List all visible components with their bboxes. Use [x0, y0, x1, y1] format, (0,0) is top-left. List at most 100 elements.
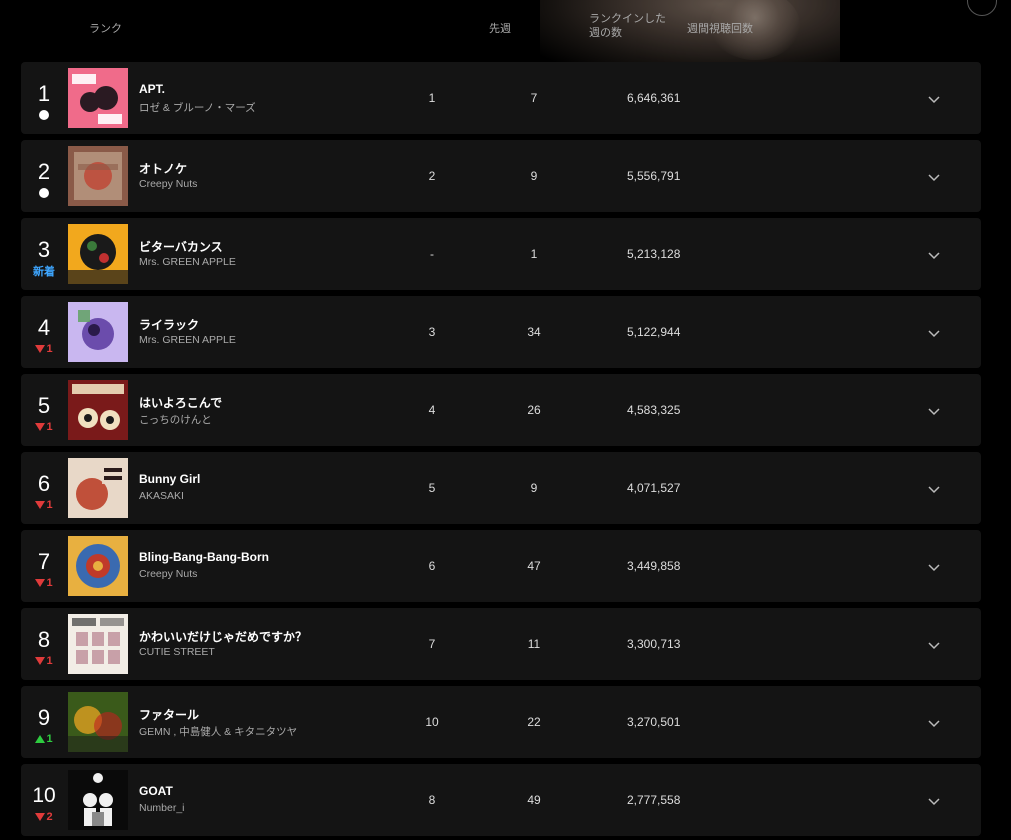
chart-row[interactable]: 7 1 Bling-Bang-Bang-Born Creepy Nuts 6 47 3,44…	[21, 530, 981, 602]
rank-number: 4	[37, 315, 51, 340]
chevron-down-icon[interactable]	[927, 638, 941, 650]
weeks-on-chart: 9	[530, 169, 538, 183]
chart-row[interactable]: 10 2 GOAT Number_i 8 49 2,777,558	[21, 764, 981, 836]
rank-change-value: 2	[46, 811, 53, 823]
weekly-views: 2,777,558	[627, 793, 681, 807]
rank-change-value: 1	[46, 499, 53, 511]
weekly-views: 3,300,713	[627, 637, 681, 651]
artist-name[interactable]: CUTIE STREET	[139, 646, 215, 658]
rank-change-value: 1	[46, 421, 53, 433]
album-thumbnail[interactable]	[68, 380, 128, 440]
song-title[interactable]: オトノケ	[139, 160, 187, 177]
header-weeks-line2: 週の数	[589, 27, 622, 39]
album-art-bling-bang	[68, 536, 128, 596]
arrow-down-icon	[35, 423, 46, 431]
no-change-dot-icon	[39, 188, 49, 198]
album-thumbnail[interactable]	[68, 302, 128, 362]
album-thumbnail[interactable]	[68, 224, 128, 284]
rank-number: 3	[37, 237, 51, 262]
rank-change: 1	[21, 420, 67, 434]
song-title[interactable]: Bunny Girl	[139, 472, 200, 486]
weeks-on-chart: 1	[530, 247, 538, 261]
rank-change: 1	[21, 654, 67, 668]
rank-number: 2	[37, 159, 51, 184]
artist-name[interactable]: GEMN , 中島健人 & キタニタツヤ	[139, 724, 297, 739]
arrow-up-icon	[35, 735, 46, 743]
album-thumbnail[interactable]	[68, 146, 128, 206]
album-thumbnail[interactable]	[68, 692, 128, 752]
artist-name[interactable]: Creepy Nuts	[139, 568, 197, 580]
song-title[interactable]: APT.	[139, 82, 165, 96]
album-art-goat	[68, 770, 128, 830]
rank-change: 1	[21, 732, 67, 746]
rank-change	[21, 186, 67, 200]
header-weekly-views: 週間視聴回数	[687, 23, 753, 35]
album-art-fatal	[68, 692, 128, 752]
weekly-views: 5,556,791	[627, 169, 681, 183]
song-title[interactable]: かわいいだけじゃだめですか？	[139, 628, 307, 645]
chevron-down-icon[interactable]	[927, 326, 941, 338]
rank-number: 9	[37, 705, 51, 730]
artist-name[interactable]: Number_i	[139, 802, 185, 814]
album-thumbnail[interactable]	[68, 614, 128, 674]
chart-row[interactable]: 4 1 ライラック Mrs. GREEN APPLE 3 34 5,122,944	[21, 296, 981, 368]
weekly-views: 4,583,325	[627, 403, 681, 417]
weekly-views: 3,270,501	[627, 715, 681, 729]
arrow-down-icon	[35, 657, 46, 665]
song-title[interactable]: ビターバカンス	[139, 238, 223, 255]
chart-row[interactable]: 6 1 Bunny Girl AKASAKI 5 9 4,071,527	[21, 452, 981, 524]
rank-number: 8	[37, 627, 51, 652]
last-week-rank: 7	[428, 637, 436, 651]
rank-number: 5	[37, 393, 51, 418]
song-title[interactable]: GOAT	[139, 784, 173, 798]
last-week-rank: 4	[428, 403, 436, 417]
album-thumbnail[interactable]	[68, 68, 128, 128]
album-thumbnail[interactable]	[68, 536, 128, 596]
rank-change: 新着	[21, 264, 67, 278]
chevron-down-icon[interactable]	[927, 92, 941, 104]
header-weeks-on-chart: ランクインした 週の数	[589, 12, 679, 40]
rank-change: 1	[21, 576, 67, 590]
chart-row[interactable]: 8 1 かわいいだけじゃだめですか？ CUTIE STREET 7 11 3,300,713	[21, 608, 981, 680]
album-thumbnail[interactable]	[68, 770, 128, 830]
album-art-bunny-girl	[68, 458, 128, 518]
artist-name[interactable]: AKASAKI	[139, 490, 184, 502]
chevron-down-icon[interactable]	[927, 404, 941, 416]
arrow-down-icon	[35, 579, 46, 587]
rank-change-value: 1	[46, 343, 53, 355]
chart-row[interactable]: 2 オトノケ Creepy Nuts 2 9 5,556,791	[21, 140, 981, 212]
last-week-rank: 8	[428, 793, 436, 807]
album-art-otonoke	[68, 146, 128, 206]
new-entry-badge: 新着	[33, 266, 55, 278]
last-week-rank: 3	[428, 325, 436, 339]
rank-change: 1	[21, 498, 67, 512]
chart-row[interactable]: 9 1 ファタール GEMN , 中島健人 & キタニタツヤ 10 22 3,270,501	[21, 686, 981, 758]
rank-number: 1	[37, 81, 51, 106]
song-title[interactable]: Bling-Bang-Bang-Born	[139, 550, 269, 564]
chart-row[interactable]: 1 APT. ロゼ & ブルーノ・マーズ 1 7 6,646,361	[21, 62, 981, 134]
rank-change-value: 1	[46, 655, 53, 667]
chevron-down-icon[interactable]	[927, 560, 941, 572]
chart-row[interactable]: 3 新着 ビターバカンス Mrs. GREEN APPLE - 1 5,213,128	[21, 218, 981, 290]
artist-name[interactable]: こっちのけんと	[139, 412, 212, 427]
last-week-rank: 5	[428, 481, 436, 495]
chevron-down-icon[interactable]	[927, 794, 941, 806]
chevron-down-icon[interactable]	[927, 482, 941, 494]
artist-name[interactable]: Creepy Nuts	[139, 178, 197, 190]
album-art-kawaii	[68, 614, 128, 674]
chevron-down-icon[interactable]	[927, 716, 941, 728]
weekly-views: 3,449,858	[627, 559, 681, 573]
artist-name[interactable]: Mrs. GREEN APPLE	[139, 256, 236, 268]
song-title[interactable]: はいよろこんで	[139, 394, 222, 411]
album-thumbnail[interactable]	[68, 458, 128, 518]
chevron-down-icon[interactable]	[927, 248, 941, 260]
weekly-views: 4,071,527	[627, 481, 681, 495]
song-title[interactable]: ファタール	[139, 706, 199, 723]
last-week-rank: 6	[428, 559, 436, 573]
weeks-on-chart: 26	[527, 403, 541, 417]
chevron-down-icon[interactable]	[927, 170, 941, 182]
artist-name[interactable]: Mrs. GREEN APPLE	[139, 334, 236, 346]
song-title[interactable]: ライラック	[139, 316, 199, 333]
artist-name[interactable]: ロゼ & ブルーノ・マーズ	[139, 100, 256, 115]
chart-row[interactable]: 5 1 はいよろこんで こっちのけんと 4 26 4,583,325	[21, 374, 981, 446]
